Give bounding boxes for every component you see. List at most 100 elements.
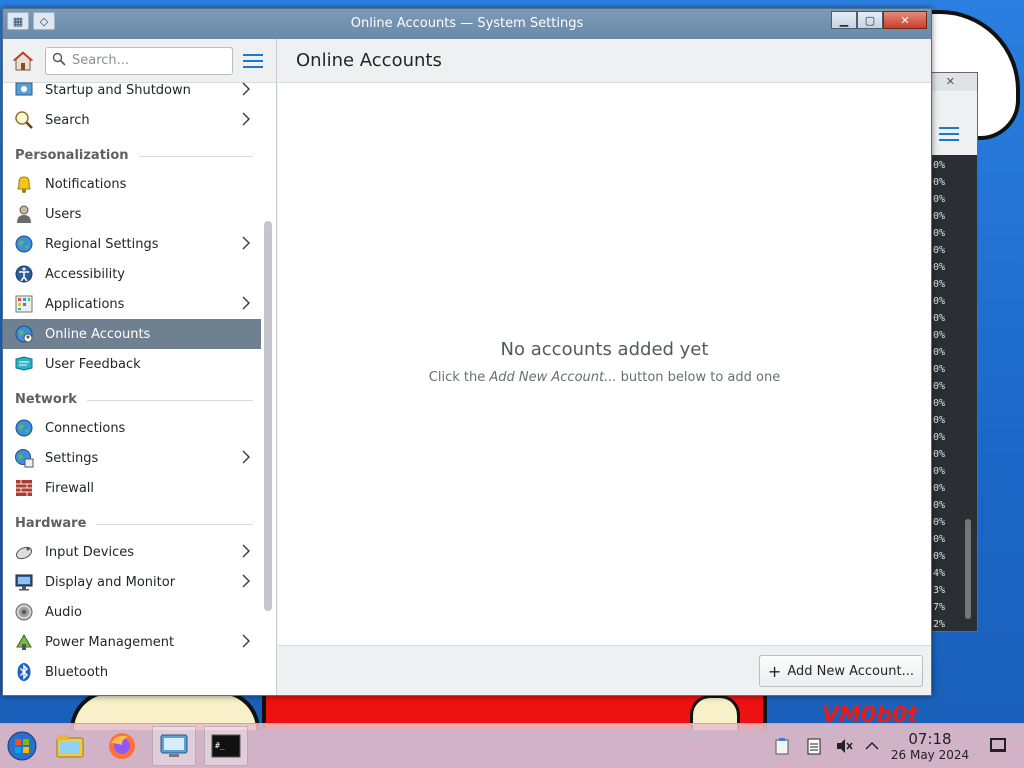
sidebar-item-label: Power Management — [45, 634, 175, 650]
empty-state-hint-button-ref: Add New Account... — [489, 370, 617, 385]
terminal-line: 0% — [933, 177, 946, 188]
sidebar-section-personalization: Personalization — [3, 135, 261, 169]
start-menu-icon[interactable] — [0, 726, 44, 766]
sidebar-item-display-and-monitor[interactable]: Display and Monitor — [3, 567, 261, 597]
chevron-right-icon — [241, 450, 251, 468]
sidebar-item-label: Startup and Shutdown — [45, 82, 191, 98]
background-terminal-scrollbar[interactable] — [965, 519, 971, 619]
hamburger-menu-icon[interactable] — [243, 50, 263, 72]
chevron-right-icon — [241, 236, 251, 254]
sidebar-section-title: Hardware — [15, 516, 87, 531]
terminal-line: 0% — [933, 415, 946, 426]
chevron-right-icon — [241, 544, 251, 562]
maximize-button[interactable]: ▢ — [857, 11, 883, 29]
home-icon[interactable] — [9, 47, 37, 75]
sidebar-scrollbar[interactable] — [264, 221, 272, 611]
clock[interactable]: 07:18 26 May 2024 — [880, 730, 980, 762]
empty-state: No accounts added yet Click the Add New … — [278, 339, 931, 385]
add-new-account-label: Add New Account... — [787, 663, 914, 679]
terminal-line: 0% — [933, 262, 946, 273]
sidebar-item-user-feedback[interactable]: User Feedback — [3, 349, 261, 379]
terminal-line: 0% — [933, 398, 946, 409]
plus-icon: + — [767, 661, 782, 681]
sidebar-item-applications[interactable]: Applications — [3, 289, 261, 319]
terminal-line: 0% — [933, 432, 946, 443]
chevron-right-icon — [241, 82, 251, 100]
clock-date: 26 May 2024 — [890, 748, 970, 762]
startup-icon — [13, 79, 35, 101]
sidebar-item-connections[interactable]: Connections — [3, 413, 261, 443]
volume-muted-icon[interactable] — [834, 736, 854, 756]
chevron-right-icon — [241, 634, 251, 652]
sidebar-item-settings[interactable]: Settings — [3, 443, 261, 473]
sidebar-item-power-management[interactable]: Power Management — [3, 627, 261, 657]
sidebar-item-audio[interactable]: Audio — [3, 597, 261, 627]
sidebar-item-label: Bluetooth — [45, 664, 109, 680]
sidebar-item-accessibility[interactable]: Accessibility — [3, 259, 261, 289]
chevron-right-icon — [241, 296, 251, 314]
sidebar-item-input-devices[interactable]: Input Devices — [3, 537, 261, 567]
section-divider — [138, 156, 253, 157]
terminal-line: 0% — [933, 381, 946, 392]
terminal-line: 0% — [933, 364, 946, 375]
empty-state-hint-pre: Click the — [428, 370, 490, 385]
show-desktop-icon[interactable] — [990, 738, 1006, 752]
terminal-line: 0% — [933, 483, 946, 494]
globe-icon — [13, 233, 35, 255]
main-footer: + Add New Account... — [278, 645, 931, 695]
background-terminal-window[interactable]: ✕ 0% 0% 0% 0% 0% 0% 0% 0% 0% 0% 0% 0% 0% 0% 0% 0% 0% 0% 0%… — [930, 72, 978, 632]
section-divider — [86, 400, 253, 401]
system-settings-icon[interactable] — [152, 726, 196, 766]
notes-icon[interactable] — [804, 736, 824, 756]
sidebar-item-firewall[interactable]: Firewall — [3, 473, 261, 503]
close-button[interactable]: ✕ — [883, 11, 927, 29]
chevron-up-icon[interactable] — [862, 736, 882, 756]
sidebar-item-search[interactable]: Search — [3, 105, 261, 135]
add-new-account-button[interactable]: + Add New Account... — [758, 655, 923, 687]
background-terminal-titlebar[interactable]: ✕ — [931, 73, 977, 91]
clipboard-icon[interactable] — [772, 736, 792, 756]
sidebar-item-label: Firewall — [45, 480, 95, 496]
sidebar-item-regional-settings[interactable]: Regional Settings — [3, 229, 261, 259]
section-divider — [96, 524, 253, 525]
connections-icon — [13, 417, 35, 439]
close-icon[interactable]: ✕ — [946, 75, 955, 88]
search-icon — [52, 52, 66, 70]
terminal-line: 0% — [933, 449, 946, 460]
sidebar-item-label: Connections — [45, 420, 126, 436]
sidebar-item-label: Settings — [45, 450, 99, 466]
sidebar-item-users[interactable]: Users — [3, 199, 261, 229]
hamburger-menu-icon[interactable] — [939, 123, 959, 145]
search-input[interactable] — [72, 53, 222, 68]
user-icon — [13, 203, 35, 225]
online-accounts-icon — [13, 323, 35, 345]
terminal-line: 2% — [933, 619, 946, 630]
sidebar-item-label: Input Devices — [45, 544, 135, 560]
sidebar-item-startup-and-shutdown[interactable]: Startup and Shutdown — [3, 75, 261, 105]
window-titlebar[interactable]: ▦ ◇ Online Accounts — System Settings ▁ … — [3, 9, 931, 39]
network-settings-icon — [13, 447, 35, 469]
firefox-icon[interactable] — [100, 726, 144, 766]
sidebar-item-notifications[interactable]: Notifications — [3, 169, 261, 199]
terminal-icon[interactable]: #_ — [204, 726, 248, 766]
sidebar-item-label: Accessibility — [45, 266, 125, 282]
terminal-line: 0% — [933, 160, 946, 171]
page-title: Online Accounts — [296, 50, 442, 71]
sidebar-section-hardware: Hardware — [3, 503, 261, 537]
file-manager-icon[interactable] — [48, 726, 92, 766]
empty-state-hint-post: button below to add one — [616, 370, 781, 385]
chevron-right-icon — [241, 574, 251, 592]
sidebar-item-label: Display and Monitor — [45, 574, 176, 590]
sidebar-item-bluetooth[interactable]: Bluetooth — [3, 657, 261, 687]
system-settings-window: ▦ ◇ Online Accounts — System Settings ▁ … — [2, 8, 932, 696]
input-devices-icon — [13, 541, 35, 563]
sidebar-item-online-accounts[interactable]: Online Accounts — [3, 319, 261, 349]
audio-icon — [13, 601, 35, 623]
sidebar-section-network: Network — [3, 379, 261, 413]
search-field[interactable] — [45, 46, 233, 75]
chevron-right-icon — [241, 112, 251, 130]
terminal-line: 0% — [933, 194, 946, 205]
minimize-button[interactable]: ▁ — [831, 11, 857, 29]
bell-icon — [13, 173, 35, 195]
terminal-line: 0% — [933, 279, 946, 290]
